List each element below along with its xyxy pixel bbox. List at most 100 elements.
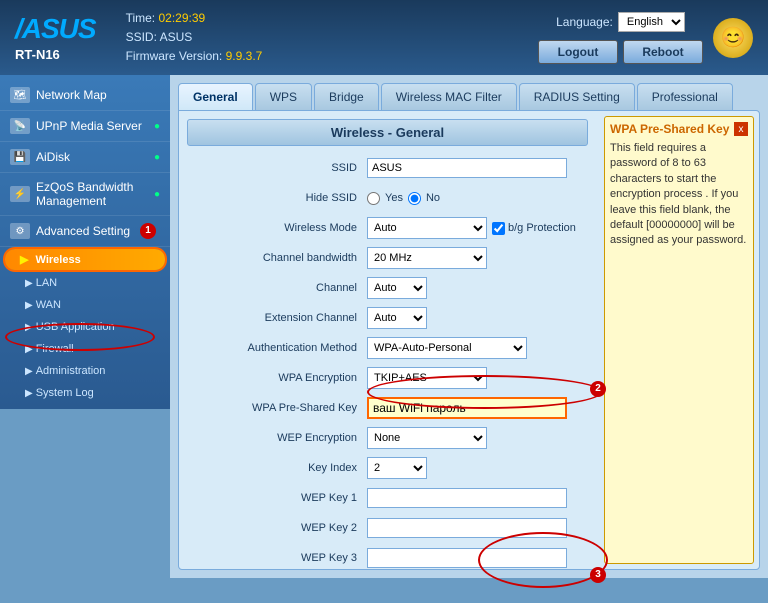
- time-link[interactable]: 02:29:39: [158, 11, 205, 25]
- hide-ssid-label: Hide SSID: [187, 192, 367, 204]
- logout-button[interactable]: Logout: [538, 40, 618, 64]
- reboot-button[interactable]: Reboot: [623, 40, 703, 64]
- ssid-label: SSID: [187, 162, 367, 174]
- wpa-key-input[interactable]: [367, 397, 567, 419]
- wep3-row: WEP Key 3: [187, 546, 588, 569]
- auth-method-row: Authentication Method WPA-Auto-Personal: [187, 336, 588, 360]
- wpa-key-label: WPA Pre-Shared Key: [187, 402, 367, 414]
- network-map-icon: 🗺: [10, 87, 30, 103]
- auth-method-select[interactable]: WPA-Auto-Personal: [367, 337, 527, 359]
- tab-mac-filter[interactable]: Wireless MAC Filter: [381, 83, 517, 110]
- model-name: RT-N16: [15, 47, 60, 62]
- firmware-link[interactable]: 9.9.3.7: [226, 49, 263, 63]
- hide-ssid-yes-radio[interactable]: [367, 192, 380, 205]
- help-box: WPA Pre-Shared Key x This field requires…: [604, 116, 754, 564]
- wep-enc-label: WEP Encryption: [187, 432, 367, 444]
- wep-enc-value: None: [367, 427, 588, 449]
- hide-ssid-no-radio[interactable]: [408, 192, 421, 205]
- language-section: Language: English: [556, 12, 685, 32]
- wpa-key-value: [367, 397, 588, 419]
- channel-bw-value: 20 MHz: [367, 247, 588, 269]
- hide-ssid-value: Yes No: [367, 192, 588, 205]
- channel-value: Auto: [367, 277, 588, 299]
- tab-professional[interactable]: Professional: [637, 83, 733, 110]
- sidebar-item-syslog[interactable]: ▶System Log: [0, 382, 170, 404]
- tabs: General WPS Bridge Wireless MAC Filter R…: [178, 83, 760, 110]
- main-layout: 🗺 Network Map 📡 UPnP Media Server ● 💾 Ai…: [0, 75, 768, 603]
- wpa-enc-value: TKIP+AES: [367, 367, 588, 389]
- panel-title: Wireless - General: [187, 119, 588, 146]
- wep2-input[interactable]: [367, 518, 567, 538]
- ssid-value: [367, 158, 588, 178]
- sidebar-item-usb-app[interactable]: ▶USB Application: [0, 316, 170, 338]
- tab-bridge[interactable]: Bridge: [314, 83, 379, 110]
- wep-enc-select[interactable]: None: [367, 427, 487, 449]
- advanced-icon: ⚙: [10, 223, 30, 239]
- wireless-mode-value: Auto b/g Protection: [367, 217, 588, 239]
- sidebar-item-admin[interactable]: ▶Administration: [0, 360, 170, 382]
- sidebar-wrapper: 🗺 Network Map 📡 UPnP Media Server ● 💾 Ai…: [0, 75, 170, 603]
- key-index-label: Key Index: [187, 462, 367, 474]
- wep2-label: WEP Key 2: [187, 522, 367, 534]
- firmware-info: Firmware Version: 9.9.3.7: [126, 47, 538, 66]
- tab-wps[interactable]: WPS: [255, 83, 312, 110]
- help-title: WPA Pre-Shared Key x: [610, 122, 748, 136]
- wireless-mode-select[interactable]: Auto: [367, 217, 487, 239]
- sidebar-item-firewall[interactable]: ▶Firewall: [0, 338, 170, 360]
- ezqos-icon: ⚡: [10, 186, 30, 202]
- key-index-select[interactable]: 2: [367, 457, 427, 479]
- header-right: Language: English Logout Reboot: [538, 12, 703, 64]
- wep3-input[interactable]: [367, 548, 567, 568]
- auth-method-label: Authentication Method: [187, 342, 367, 354]
- sidebar-item-upnp[interactable]: 📡 UPnP Media Server ●: [0, 111, 170, 142]
- wpa-enc-label: WPA Encryption: [187, 372, 367, 384]
- wep1-label: WEP Key 1: [187, 492, 367, 504]
- upnp-icon: 📡: [10, 118, 30, 134]
- tab-radius[interactable]: RADIUS Setting: [519, 83, 635, 110]
- sidebar-item-ezqos[interactable]: ⚡ EzQoS Bandwidth Management ●: [0, 173, 170, 216]
- channel-bw-label: Channel bandwidth: [187, 252, 367, 264]
- wep1-row: WEP Key 1: [187, 486, 588, 510]
- time-info: Time: 02:29:39: [126, 9, 538, 28]
- content-area: General WPS Bridge Wireless MAC Filter R…: [170, 75, 768, 578]
- auth-method-value: WPA-Auto-Personal: [367, 337, 588, 359]
- ext-channel-value: Auto: [367, 307, 588, 329]
- tab-general[interactable]: General: [178, 83, 253, 110]
- channel-bw-select[interactable]: 20 MHz: [367, 247, 487, 269]
- key-index-value: 2: [367, 457, 588, 479]
- logo-area: /ASUS RT-N16: [15, 13, 96, 62]
- channel-select[interactable]: Auto: [367, 277, 427, 299]
- aidisk-icon: 💾: [10, 149, 30, 165]
- header-info: Time: 02:29:39 SSID: ASUS Firmware Versi…: [126, 9, 538, 67]
- wireless-mode-label: Wireless Mode: [187, 222, 367, 234]
- hide-ssid-row: Hide SSID Yes No: [187, 186, 588, 210]
- sidebar-item-advanced[interactable]: ⚙ Advanced Setting 1: [0, 216, 170, 247]
- header: /ASUS RT-N16 Time: 02:29:39 SSID: ASUS F…: [0, 0, 768, 75]
- wep-enc-row: WEP Encryption None: [187, 426, 588, 450]
- sidebar-item-wireless[interactable]: ▶ Wireless: [5, 249, 165, 270]
- wpa-enc-select[interactable]: TKIP+AES: [367, 367, 487, 389]
- help-text: This field requires a password of 8 to 6…: [610, 141, 748, 249]
- content-wrapper: General WPS Bridge Wireless MAC Filter R…: [170, 75, 768, 603]
- help-close-button[interactable]: x: [734, 122, 748, 136]
- wireless-mode-row: Wireless Mode Auto b/g Protection: [187, 216, 588, 240]
- language-select[interactable]: English: [618, 12, 685, 32]
- sidebar-item-lan[interactable]: ▶LAN: [0, 272, 170, 294]
- bg-protection-checkbox[interactable]: [492, 222, 505, 235]
- channel-label: Channel: [187, 282, 367, 294]
- sidebar-item-aidisk[interactable]: 💾 AiDisk ●: [0, 142, 170, 173]
- wep1-input[interactable]: [367, 488, 567, 508]
- bg-protection-label: b/g Protection: [492, 222, 576, 235]
- ssid-row: SSID: [187, 156, 588, 180]
- wep3-label: WEP Key 3: [187, 552, 367, 564]
- advanced-badge: 1: [140, 223, 156, 239]
- ssid-input[interactable]: [367, 158, 567, 178]
- ext-channel-select[interactable]: Auto: [367, 307, 427, 329]
- avatar: 😊: [713, 18, 753, 58]
- ssid-info: SSID: ASUS: [126, 28, 538, 47]
- sidebar-item-wan[interactable]: ▶WAN: [0, 294, 170, 316]
- key-index-row: Key Index 2: [187, 456, 588, 480]
- sidebar-item-network-map[interactable]: 🗺 Network Map: [0, 80, 170, 111]
- channel-row: Channel Auto: [187, 276, 588, 300]
- panel: Wireless - General SSID Hide SSID Ye: [178, 110, 760, 570]
